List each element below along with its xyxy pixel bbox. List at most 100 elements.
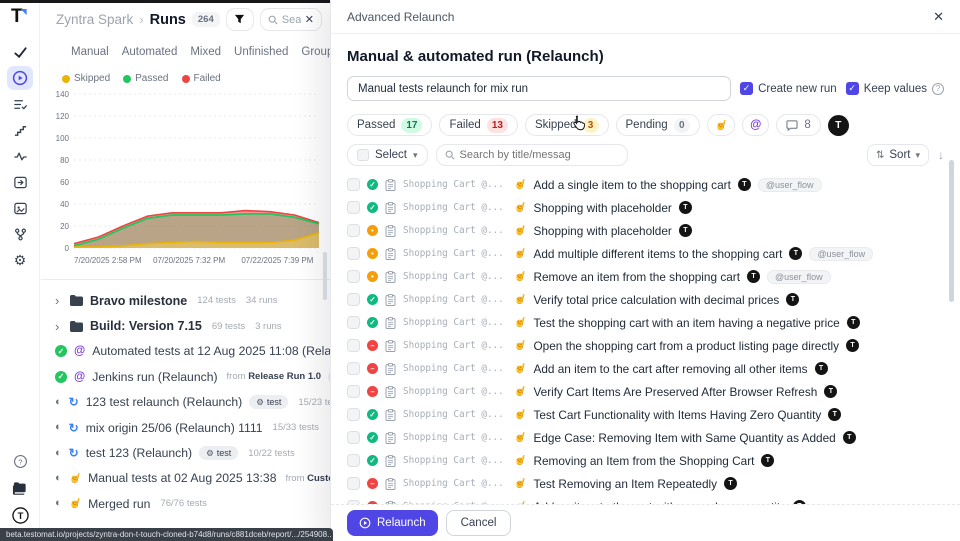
- row-checkbox[interactable]: [347, 178, 360, 191]
- filter-chip-automated-test-icon[interactable]: @: [742, 114, 769, 136]
- test-title[interactable]: Verify Cart Items Are Preserved After Br…: [533, 385, 817, 399]
- test-search-field[interactable]: [436, 144, 628, 166]
- row-checkbox[interactable]: [347, 385, 360, 398]
- test-row[interactable]: ✓ Shopping Cart @... ☝ Edge Case: Removi…: [347, 426, 944, 449]
- row-checkbox[interactable]: [347, 316, 360, 329]
- rail-folders-icon[interactable]: [7, 476, 33, 500]
- test-title[interactable]: Verify total price calculation with deci…: [533, 293, 779, 307]
- select-dropdown[interactable]: Select ▾: [347, 144, 428, 166]
- filter-chip-pending[interactable]: Pending 0: [616, 114, 700, 136]
- keep-values-option[interactable]: ✓ Keep values ?: [846, 82, 944, 95]
- test-title[interactable]: Add multiple different items to the shop…: [533, 247, 782, 261]
- test-title[interactable]: Shopping with placeholder: [533, 224, 671, 238]
- rail-play-circle-icon[interactable]: [7, 66, 33, 90]
- select-checkbox[interactable]: [357, 149, 369, 161]
- test-title[interactable]: Remove an item from the shopping cart: [533, 270, 740, 284]
- rail-export-icon[interactable]: [7, 170, 33, 194]
- run-row[interactable]: ◐☝ Manual tests at 02 Aug 2025 13:38 fro…: [55, 466, 330, 491]
- row-checkbox[interactable]: [347, 201, 360, 214]
- user-flow-badge[interactable]: @user_flow: [758, 178, 822, 192]
- app-logo-icon[interactable]: T: [11, 6, 23, 28]
- checkbox-checked-icon[interactable]: ✓: [740, 82, 753, 95]
- test-row[interactable]: ✓ Shopping Cart @... ☝ Removing an Item …: [347, 449, 944, 472]
- chevron-right-icon[interactable]: ›: [55, 319, 63, 334]
- rail-logo-circle-icon[interactable]: T: [7, 503, 33, 527]
- filter-chip-manual-test-icon[interactable]: ☝: [707, 114, 735, 136]
- test-row[interactable]: ✓ Shopping Cart @... ☝ Verify total pric…: [347, 288, 944, 311]
- close-icon[interactable]: ✕: [933, 9, 944, 25]
- test-title[interactable]: Add a single item to the shopping cart: [533, 178, 730, 192]
- rail-pulse-icon[interactable]: [7, 144, 33, 168]
- help-icon[interactable]: ?: [932, 83, 944, 95]
- test-row[interactable]: • Shopping Cart @... ☝ Shopping with pla…: [347, 219, 944, 242]
- row-checkbox[interactable]: [347, 454, 360, 467]
- create-new-run-option[interactable]: ✓ Create new run: [740, 82, 837, 95]
- rail-list-check-icon[interactable]: [7, 92, 33, 116]
- chevron-right-icon[interactable]: ›: [55, 293, 63, 308]
- test-title[interactable]: Shopping with placeholder: [533, 201, 671, 215]
- filter-chip-failed[interactable]: Failed 13: [439, 114, 517, 136]
- user-flow-badge[interactable]: @user_flow: [767, 270, 831, 284]
- panel-scrollbar[interactable]: [949, 160, 954, 302]
- test-search-input[interactable]: [460, 149, 619, 161]
- filter-chip-skipped[interactable]: Skipped 3: [525, 114, 609, 136]
- row-checkbox[interactable]: [347, 408, 360, 421]
- left-scrollbar[interactable]: [323, 252, 327, 300]
- tab-mixed[interactable]: Mixed: [190, 46, 221, 58]
- run-row[interactable]: ◐↻ test 123 (Relaunch) ⚙test10/22 tests: [55, 440, 330, 465]
- test-row[interactable]: – Shopping Cart @... ☝ Verify Cart Items…: [347, 380, 944, 403]
- run-row[interactable]: ◐☝ Merged run 76/76 tests: [55, 491, 330, 516]
- tab-manual[interactable]: Manual: [71, 46, 109, 58]
- tag-badge[interactable]: ⚙test: [199, 446, 238, 460]
- test-row[interactable]: ✓ Shopping Cart @... ☝ Test Cart Functio…: [347, 403, 944, 426]
- test-row[interactable]: ✓ Shopping Cart @... ☝ Shopping with pla…: [347, 196, 944, 219]
- test-title[interactable]: Test the shopping cart with an item havi…: [533, 316, 839, 330]
- rail-help-icon[interactable]: ?: [7, 449, 33, 473]
- breadcrumb-page[interactable]: Runs: [150, 12, 186, 28]
- row-checkbox[interactable]: [347, 247, 360, 260]
- row-checkbox[interactable]: [347, 362, 360, 375]
- test-row[interactable]: – Shopping Cart @... ☝ Open the shopping…: [347, 334, 944, 357]
- test-title[interactable]: Open the shopping cart from a product li…: [533, 339, 839, 353]
- test-row[interactable]: • Shopping Cart @... ☝ Remove an item fr…: [347, 265, 944, 288]
- row-checkbox[interactable]: [347, 224, 360, 237]
- test-title[interactable]: Test Cart Functionality with Items Havin…: [533, 408, 821, 422]
- filter-chip-comments[interactable]: 8: [776, 114, 820, 136]
- rail-check-icon[interactable]: [7, 40, 33, 64]
- filter-chip-passed[interactable]: Passed 17: [347, 114, 432, 136]
- test-title[interactable]: Removing an Item from the Shopping Cart: [533, 454, 754, 468]
- test-row[interactable]: • Shopping Cart @... ☝ Add multiple diff…: [347, 242, 944, 265]
- row-checkbox[interactable]: [347, 270, 360, 283]
- relaunch-button[interactable]: Relaunch: [347, 510, 438, 536]
- test-row[interactable]: ✓ Shopping Cart @... ☝ Test the shopping…: [347, 311, 944, 334]
- rail-branch-icon[interactable]: [7, 222, 33, 246]
- sort-direction-icon[interactable]: ↓: [938, 148, 944, 162]
- filter-button[interactable]: [226, 8, 254, 31]
- sort-button[interactable]: ⇅ Sort ▾: [867, 144, 929, 166]
- rail-steps-icon[interactable]: [7, 118, 33, 142]
- run-row[interactable]: ✓@ Jenkins run (Relaunch) from Release R…: [55, 364, 330, 389]
- row-checkbox[interactable]: [347, 431, 360, 444]
- tag-badge[interactable]: ⚙test: [249, 395, 288, 409]
- checkbox-checked-icon[interactable]: ✓: [846, 82, 859, 95]
- run-row[interactable]: ◐↻ 123 test relaunch (Relaunch) ⚙test15/…: [55, 390, 330, 415]
- test-row[interactable]: ✓ Shopping Cart @... ☝ Add a single item…: [347, 173, 944, 196]
- cancel-button[interactable]: Cancel: [446, 510, 512, 536]
- test-title[interactable]: Add an item to the cart after removing a…: [533, 362, 807, 376]
- clear-search-icon[interactable]: ✕: [305, 13, 314, 26]
- run-name-input[interactable]: [347, 76, 731, 101]
- user-flow-badge[interactable]: @user_flow: [809, 247, 873, 261]
- run-row[interactable]: ✓@ Automated tests at 12 Aug 2025 11:08 …: [55, 339, 330, 364]
- rail-gear-icon[interactable]: ⚙: [7, 248, 33, 272]
- tab-groups[interactable]: Groups: [301, 46, 330, 58]
- tab-automated[interactable]: Automated: [122, 46, 178, 58]
- test-title[interactable]: Test Removing an Item Repeatedly: [533, 477, 717, 491]
- row-checkbox[interactable]: [347, 339, 360, 352]
- milestone-row[interactable]: › Build: Version 7.15 69 tests 3 runs: [55, 313, 330, 338]
- run-row[interactable]: ◐↻ mix origin 25/06 (Relaunch) 1111 15/3…: [55, 415, 330, 440]
- test-row[interactable]: – Shopping Cart @... ☝ Add an item to th…: [347, 357, 944, 380]
- tab-unfinished[interactable]: Unfinished: [234, 46, 288, 58]
- row-checkbox[interactable]: [347, 477, 360, 490]
- milestone-row[interactable]: › Bravo milestone 124 tests 34 runs: [55, 288, 330, 313]
- row-checkbox[interactable]: [347, 293, 360, 306]
